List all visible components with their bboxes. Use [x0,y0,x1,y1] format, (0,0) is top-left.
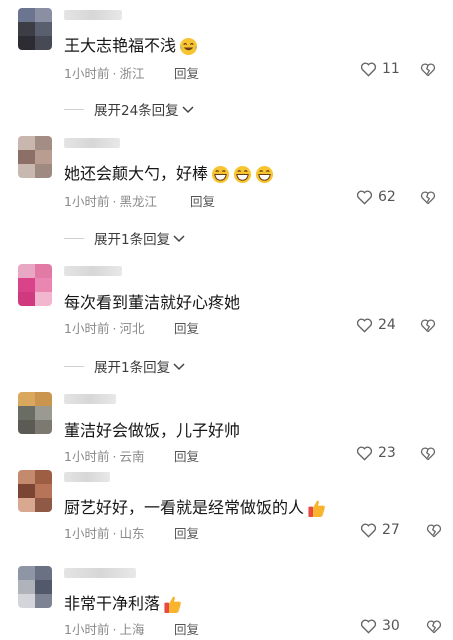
divider-line [64,108,84,110]
avatar[interactable] [18,566,52,608]
chevron-down-icon [182,106,194,114]
avatar[interactable] [18,136,52,178]
chevron-down-icon [173,363,185,371]
comment-meta: 1小时前 · 上海 [64,622,145,637]
comment-text: 她还会颠大勺，好棒 [64,160,274,184]
chevron-down-icon [173,235,185,243]
username-blurred[interactable] [64,266,122,276]
thumbs-up-emoji [308,500,325,518]
broken-heart-icon[interactable] [420,447,436,461]
like-button[interactable]: 30 [360,618,400,634]
like-button[interactable]: 24 [356,317,396,333]
comment-text: 非常干净利落 [64,590,183,614]
comment-text: 每次看到董洁就好心疼她 [64,293,241,312]
comment-text: 厨艺好好，一看就是经常做饭的人 [64,494,327,518]
avatar[interactable] [18,392,52,434]
grinning-emoji [255,165,274,184]
heart-outline-icon [360,523,377,538]
reply-button[interactable]: 回复 [174,523,199,542]
comment-meta: 1小时前 · 河北 [64,321,145,336]
like-button[interactable]: 23 [356,445,396,461]
avatar[interactable] [18,8,52,50]
username-blurred[interactable] [64,394,116,404]
reply-button[interactable]: 回复 [174,63,199,82]
divider-line [64,237,84,239]
reply-button[interactable]: 回复 [174,446,199,465]
like-button[interactable]: 27 [360,522,400,538]
heart-outline-icon [356,318,373,333]
comment-text: 王大志艳福不浅 [64,32,198,56]
username-blurred[interactable] [64,10,122,20]
expand-replies-button[interactable]: 展开1条回复 [64,356,185,376]
heart-outline-icon [356,190,373,205]
broken-heart-icon[interactable] [420,63,436,77]
comment-meta: 1小时前 · 黑龙江 [64,194,157,209]
comment-meta: 1小时前 · 浙江 [64,66,145,81]
laughing-tears-emoji [179,37,198,56]
heart-outline-icon [360,62,377,77]
divider-line [64,365,84,367]
heart-outline-icon [360,619,377,634]
thumbs-up-emoji [164,596,181,614]
broken-heart-icon[interactable] [420,191,436,205]
broken-heart-icon[interactable] [420,319,436,333]
avatar[interactable] [18,264,52,306]
username-blurred[interactable] [64,568,136,578]
grinning-emoji [211,165,230,184]
expand-replies-button[interactable]: 展开1条回复 [64,228,185,248]
avatar[interactable] [18,470,52,512]
comment-meta: 1小时前 · 云南 [64,449,145,464]
grinning-emoji [233,165,252,184]
heart-outline-icon [356,446,373,461]
comment-meta: 1小时前 · 山东 [64,526,145,541]
like-button[interactable]: 11 [360,61,400,77]
reply-button[interactable]: 回复 [174,619,199,638]
broken-heart-icon[interactable] [426,524,442,538]
comment-text: 董洁好会做饭，儿子好帅 [64,421,241,440]
reply-button[interactable]: 回复 [174,318,199,337]
like-button[interactable]: 62 [356,189,396,205]
username-blurred[interactable] [64,472,110,482]
reply-button[interactable]: 回复 [190,191,215,210]
broken-heart-icon[interactable] [426,620,442,634]
username-blurred[interactable] [64,138,120,148]
expand-replies-button[interactable]: 展开24条回复 [64,99,194,119]
